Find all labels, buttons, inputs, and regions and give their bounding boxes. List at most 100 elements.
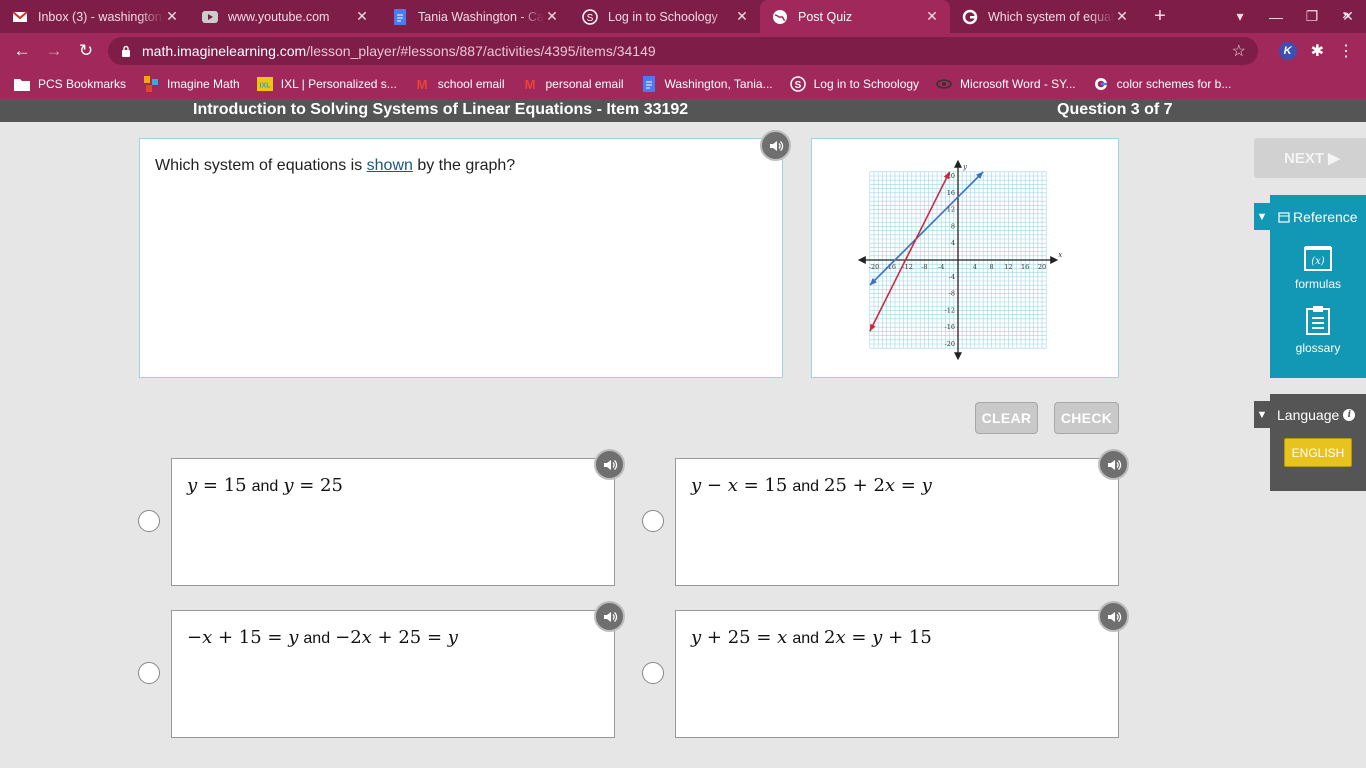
language-collapse-toggle[interactable]: ▼ [1254, 401, 1270, 428]
forward-icon[interactable]: → [38, 41, 70, 61]
browser-tab[interactable]: S Log in to Schoology ✕ [570, 0, 760, 33]
glossary-label: glossary [1295, 341, 1341, 355]
calendar-icon [1278, 212, 1290, 223]
folder-icon [14, 76, 30, 92]
option-audio-button[interactable] [1098, 601, 1129, 632]
bookmark-item[interactable]: IXL IXL | Personalized s... [256, 76, 397, 92]
tab-close-icon[interactable]: ✕ [924, 8, 940, 25]
speaker-icon [603, 459, 617, 470]
speaker-icon [603, 611, 617, 622]
tab-close-icon[interactable]: ✕ [1114, 8, 1130, 25]
y-tick-label: -8 [949, 290, 955, 298]
svg-text:M: M [524, 77, 535, 91]
check-button[interactable]: CHECK [1054, 402, 1119, 434]
question-text: Which system of equations is shown by th… [155, 157, 516, 174]
bookmark-item[interactable]: PCS Bookmarks [14, 76, 126, 92]
bookmark-label: Washington, Tania... [664, 77, 773, 91]
english-button[interactable]: ENGLISH [1284, 438, 1352, 467]
option-audio-button[interactable] [594, 601, 625, 632]
docs-icon [392, 8, 408, 25]
bookmark-label: color schemes for b... [1116, 77, 1232, 91]
y-tick-label: -4 [949, 273, 955, 281]
option-audio-button[interactable] [1098, 449, 1129, 480]
url-text: math.imaginelearning.com/lesson_player/#… [142, 43, 656, 59]
new-tab-button[interactable]: + [1140, 0, 1180, 33]
address-bar[interactable]: math.imaginelearning.com/lesson_player/#… [108, 37, 1258, 65]
glossary-button[interactable]: glossary [1270, 305, 1366, 355]
lock-icon [122, 45, 130, 57]
graph-panel: -20 -16 -12 -8 -4 4 8 12 16 20 20 16 12 8 4 -4 -8 -12 -16-… [811, 138, 1119, 378]
puzzle-icon[interactable]: ✱ [1311, 41, 1324, 61]
reference-panel: Reference (x) formulas glossary [1270, 195, 1366, 378]
bookmarks-bar: PCS Bookmarks Imagine Math IXL IXL | Person… [0, 69, 1366, 99]
reference-header[interactable]: Reference [1278, 209, 1358, 225]
imagine-math-icon [143, 76, 159, 92]
tab-close-icon[interactable]: ✕ [544, 8, 560, 25]
restore-icon[interactable]: ❐ [1294, 8, 1330, 25]
language-panel: Language i ENGLISH [1270, 394, 1366, 491]
tab-close-icon[interactable]: ✕ [354, 8, 370, 25]
bookmark-item[interactable]: Imagine Math [143, 76, 240, 92]
answer-option[interactable]: −x + 15 = y and −2x + 25 = y [171, 610, 615, 738]
bookmark-label: Imagine Math [167, 77, 240, 91]
answer-radio[interactable] [138, 510, 160, 532]
answer-option[interactable]: y = 15 and y = 25 [171, 458, 615, 586]
minimize-icon[interactable]: — [1258, 9, 1294, 25]
more-bookmarks-icon[interactable]: » [1342, 6, 1350, 22]
bookmark-item[interactable]: Washington, Tania... [641, 76, 773, 92]
glossary-link-shown[interactable]: shown [367, 157, 413, 174]
bookmark-item[interactable]: Mschool email [414, 76, 504, 92]
reference-collapse-toggle[interactable]: ▼ [1254, 203, 1270, 230]
bookmark-item[interactable]: Microsoft Word - SY... [936, 76, 1076, 92]
bookmark-label: IXL | Personalized s... [280, 77, 397, 91]
question-counter: Question 3 of 7 [1057, 101, 1173, 118]
clipboard-icon [1306, 306, 1330, 335]
info-icon[interactable]: i [1343, 409, 1356, 421]
y-tick-label: 4 [951, 239, 955, 247]
tab-search-icon[interactable]: ▾ [1222, 8, 1258, 25]
answer-option[interactable]: y + 25 = x and 2x = y + 15 [675, 610, 1119, 738]
toolbar: ← → ↻ math.imaginelearning.com/lesson_pl… [0, 33, 1366, 69]
x-tick-label: 4 [973, 263, 977, 271]
browser-tab[interactable]: Which system of equat ✕ [950, 0, 1140, 33]
browser-tab[interactable]: Inbox (3) - washington ✕ [0, 0, 190, 33]
next-button[interactable]: NEXT ▶ [1254, 138, 1366, 178]
language-header: Language i [1277, 407, 1356, 423]
clear-button[interactable]: CLEAR [975, 402, 1038, 434]
browser-tab[interactable]: www.youtube.com ✕ [190, 0, 380, 33]
browser-tab[interactable]: Post Quiz ✕ [760, 0, 950, 33]
answer-radio[interactable] [642, 510, 664, 532]
svg-text:IXL: IXL [259, 83, 271, 90]
x-tick-label: 20 [1038, 263, 1046, 271]
tab-title: Which system of equat [988, 9, 1114, 24]
formulas-label: formulas [1294, 277, 1341, 291]
tab-close-icon[interactable]: ✕ [164, 8, 180, 25]
answer-radio[interactable] [642, 662, 664, 684]
menu-kebab-icon[interactable]: ⋮ [1338, 41, 1354, 61]
prompt-audio-button[interactable] [760, 130, 791, 161]
bookmark-item[interactable]: color schemes for b... [1093, 76, 1232, 92]
answer-option[interactable]: y − x = 15 and 25 + 2x = y [675, 458, 1119, 586]
x-axis-arrow [1050, 256, 1059, 264]
extensions-area: K ✱ ⋮ [1278, 33, 1366, 69]
bookmark-item[interactable]: Mpersonal email [522, 76, 623, 92]
bookmark-star-icon[interactable]: ☆ [1232, 41, 1246, 61]
svg-text:M: M [416, 77, 427, 91]
answer-radio[interactable] [138, 662, 160, 684]
tab-title: Log in to Schoology [608, 9, 718, 24]
y-tick-label: -12 [945, 306, 955, 314]
bookmark-label: Microsoft Word - SY... [960, 77, 1076, 91]
formulas-button[interactable]: (x) formulas [1270, 245, 1366, 291]
tab-close-icon[interactable]: ✕ [734, 8, 750, 25]
k-extension-icon[interactable]: K [1278, 42, 1297, 60]
bookmark-item[interactable]: S Log in to Schoology [789, 76, 919, 92]
back-icon[interactable]: ← [6, 41, 38, 61]
docs-icon [641, 76, 657, 92]
ixl-icon: IXL [256, 76, 273, 92]
x-tick-label: -8 [921, 263, 927, 271]
equation-pair: −x + 15 = y and −2x + 25 = y [187, 627, 458, 648]
option-audio-button[interactable] [594, 449, 625, 480]
browser-tab[interactable]: Tania Washington - Ca ✕ [380, 0, 570, 33]
y-axis-label: y [962, 163, 968, 171]
reload-icon[interactable]: ↻ [70, 41, 102, 61]
